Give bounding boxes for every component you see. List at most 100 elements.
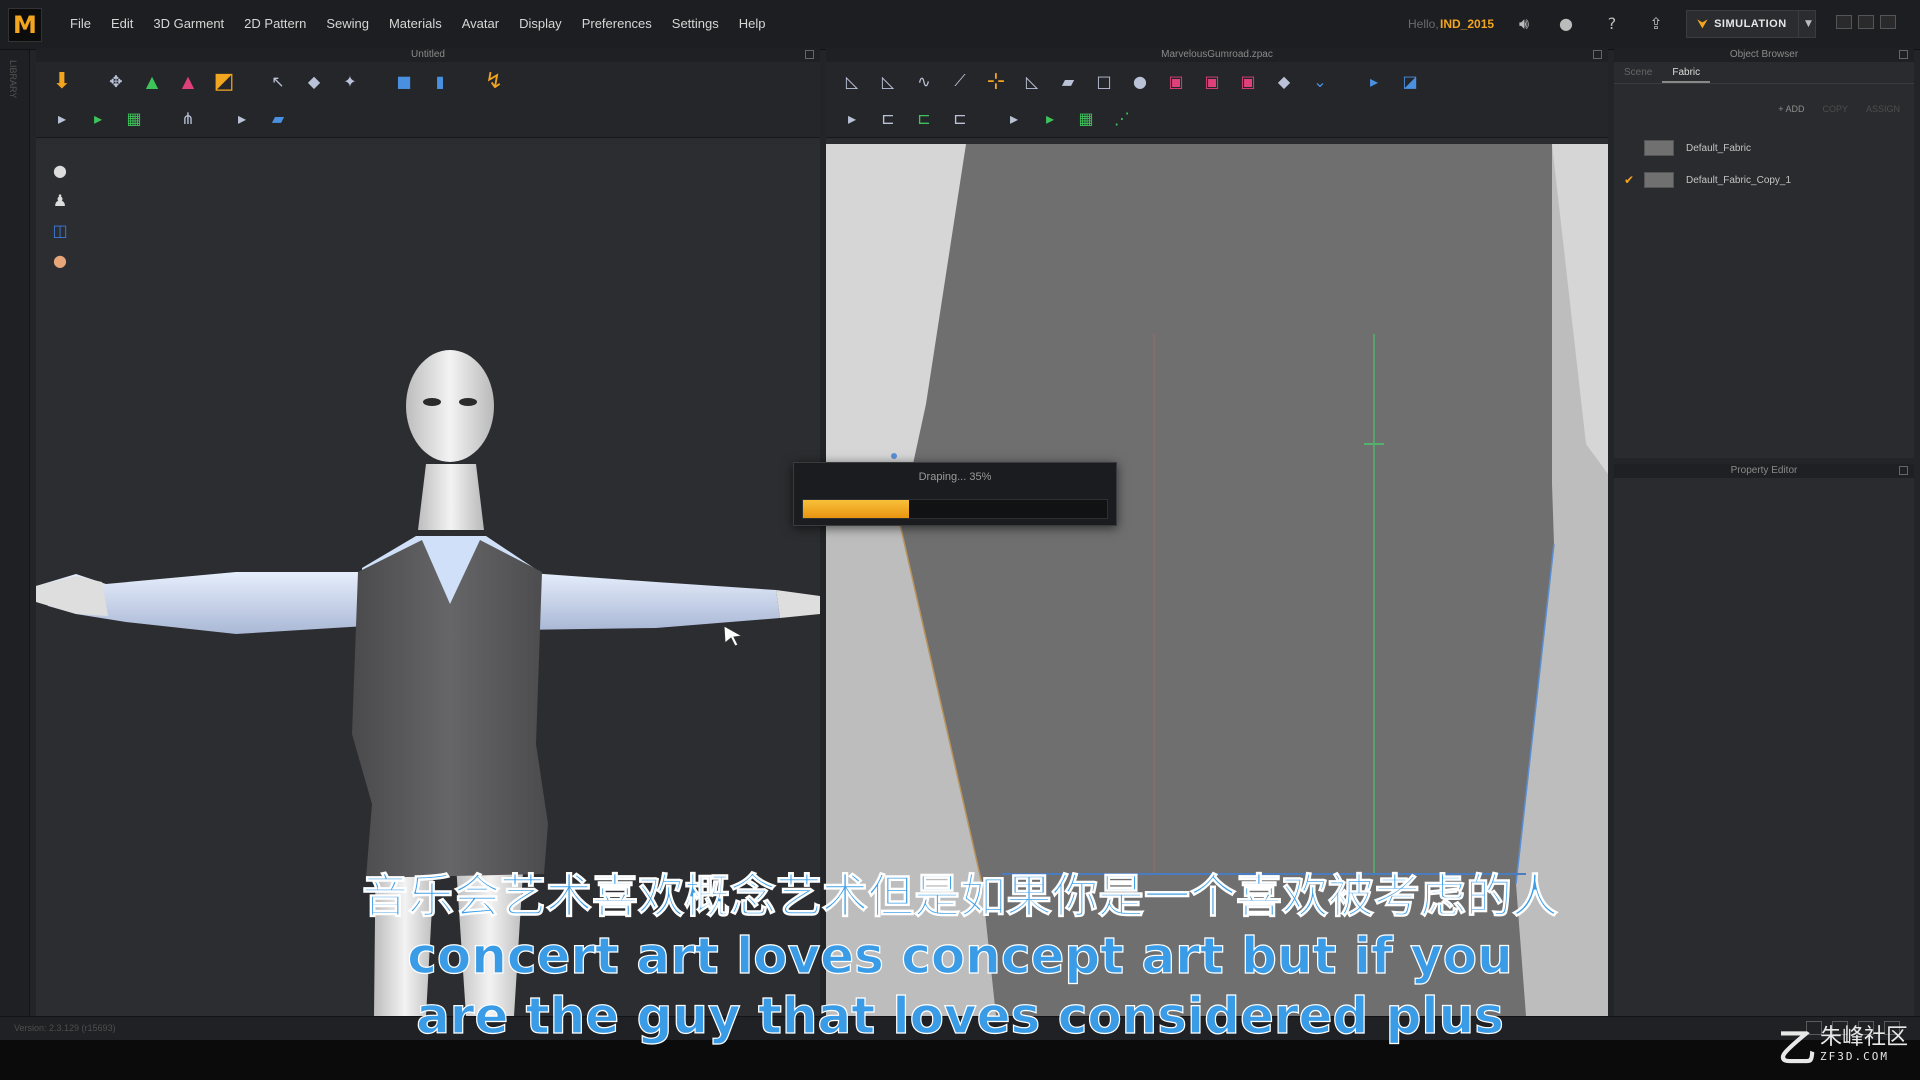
add-fabric-button[interactable]: + ADD bbox=[1772, 100, 1810, 124]
fold-arrangement-icon[interactable]: ▲ bbox=[136, 67, 168, 95]
menu-help[interactable]: Help bbox=[729, 16, 776, 31]
user-icon[interactable]: ● bbox=[1556, 14, 1576, 34]
avatar-wireframe-icon[interactable]: ◫ bbox=[48, 218, 72, 242]
simulate-icon[interactable]: ⬇ bbox=[46, 67, 78, 95]
select-mesh-icon[interactable]: ↖ bbox=[262, 67, 294, 95]
transform-pattern-icon[interactable]: ◺ bbox=[836, 67, 868, 95]
subtitle-chinese: 音乐会艺术喜欢概念艺术但是如果你是一个喜欢被考虑的人 bbox=[362, 869, 1559, 924]
brush-icon[interactable]: ◆ bbox=[298, 67, 330, 95]
tab-scene[interactable]: Scene bbox=[1614, 62, 1662, 83]
maximize-icon[interactable] bbox=[1858, 15, 1874, 29]
internal-rectangle-icon[interactable]: ▣ bbox=[1160, 67, 1192, 95]
list-item[interactable]: Default_Fabric bbox=[1614, 132, 1914, 164]
2d-window-header: MarvelousGumroad.zpac bbox=[826, 48, 1608, 62]
avatar-head bbox=[406, 350, 494, 462]
menu-file[interactable]: File bbox=[60, 16, 101, 31]
rectangle-icon[interactable]: ▰ bbox=[1052, 67, 1084, 95]
simulation-button[interactable]: ⮟ SIMULATION bbox=[1686, 10, 1816, 38]
pin-icon[interactable]: ✦ bbox=[334, 67, 366, 95]
segment-sewing-icon[interactable]: ▸ bbox=[82, 105, 114, 133]
video-letterbox bbox=[0, 1040, 1920, 1080]
progress-track bbox=[802, 499, 1108, 519]
fabric-actions: + ADD COPY ASSIGN bbox=[1614, 100, 1914, 124]
seam-allowance-icon[interactable]: ◪ bbox=[1394, 67, 1426, 95]
avatar-right-eye bbox=[459, 398, 477, 406]
menu-avatar[interactable]: Avatar bbox=[452, 16, 509, 31]
checkmark-icon: ✔ bbox=[1623, 173, 1635, 187]
undock-icon[interactable] bbox=[1899, 50, 1908, 59]
edit-curvature-icon[interactable]: ∿ bbox=[908, 67, 940, 95]
menu-edit[interactable]: Edit bbox=[101, 16, 143, 31]
video-subtitles: 音乐会艺术喜欢概念艺术但是如果你是一个喜欢被考虑的人 concert art l… bbox=[0, 866, 1920, 1046]
help-icon[interactable]: ? bbox=[1602, 14, 1622, 34]
avatar-skin-icon[interactable]: ● bbox=[48, 248, 72, 272]
sewing-edit-2d-icon[interactable]: ▸ bbox=[998, 105, 1030, 133]
progress-fill bbox=[803, 500, 910, 518]
app-logo: M bbox=[8, 8, 42, 42]
set-seam-icon[interactable]: ◺ bbox=[1016, 67, 1048, 95]
free-sewing-2d-icon[interactable]: ▦ bbox=[1070, 105, 1102, 133]
speaker-icon[interactable]: 🔊︎ bbox=[1514, 14, 1534, 34]
close-icon[interactable] bbox=[1880, 15, 1896, 29]
menu-3d-garment[interactable]: 3D Garment bbox=[143, 16, 234, 31]
texture-transform-icon[interactable]: ▰ bbox=[262, 105, 294, 133]
internal-circle-icon[interactable]: ▣ bbox=[1232, 67, 1264, 95]
3d-window-title: Untitled bbox=[411, 49, 445, 60]
fabric-swatch bbox=[1644, 140, 1674, 156]
menu-preferences[interactable]: Preferences bbox=[572, 16, 662, 31]
add-point-icon[interactable]: ⊹ bbox=[980, 67, 1012, 95]
avatar-motion-icon[interactable]: ↯ bbox=[478, 67, 510, 95]
dart-icon[interactable]: ◆ bbox=[1268, 67, 1300, 95]
grading-icon[interactable]: ▸ bbox=[1358, 67, 1390, 95]
property-editor-title: Property Editor bbox=[1730, 465, 1798, 476]
watermark-en: ZF3D.COM bbox=[1819, 1050, 1889, 1063]
arrangement-point-icon[interactable]: ▮ bbox=[424, 67, 456, 95]
undock-icon[interactable] bbox=[1899, 466, 1908, 475]
simulation-label: SIMULATION bbox=[1714, 18, 1787, 30]
marvelous-designer-app: M File Edit 3D Garment 2D Pattern Sewing… bbox=[0, 0, 1920, 1080]
watermark-logo-icon: 乙 bbox=[1777, 1026, 1816, 1070]
edit-texture-2d-icon[interactable]: ▸ bbox=[836, 105, 868, 133]
undock-icon[interactable] bbox=[1593, 50, 1602, 59]
fold-edit-icon[interactable]: ⊏ bbox=[944, 105, 976, 133]
edit-pattern-icon[interactable]: ◺ bbox=[872, 67, 904, 95]
chevron-down-icon: ⮟ bbox=[1697, 16, 1709, 32]
share-icon[interactable]: ⇪ bbox=[1646, 14, 1666, 34]
username[interactable]: IND_2015 bbox=[1440, 17, 1494, 31]
check-sewing-icon[interactable]: ⋰ bbox=[1106, 105, 1138, 133]
symmetry-icon[interactable]: ⋔ bbox=[172, 105, 204, 133]
avatar-solid-icon[interactable]: ● bbox=[48, 158, 72, 182]
free-sewing-icon[interactable]: ▦ bbox=[118, 105, 150, 133]
segment-sewing-2d-icon[interactable]: ▸ bbox=[1034, 105, 1066, 133]
fold-line-icon[interactable]: ⊏ bbox=[872, 105, 904, 133]
avatar-display-tools: ● ♟ ◫ ● bbox=[48, 158, 72, 272]
circle-icon[interactable]: ● bbox=[1124, 67, 1156, 95]
mouse-cursor-icon bbox=[723, 625, 744, 647]
menu-settings[interactable]: Settings bbox=[662, 16, 729, 31]
2d-toolbar-top: ◺ ◺ ∿ ⟋ ⊹ ◺ ▰ □ ● ▣ ▣ ▣ ◆ ⌄ ▸ ◪ bbox=[826, 62, 1608, 100]
menu-materials[interactable]: Materials bbox=[379, 16, 452, 31]
tack-icon[interactable]: ▲ bbox=[172, 67, 204, 95]
garment-fit-icon[interactable]: ◩ bbox=[208, 67, 240, 95]
minimize-icon[interactable] bbox=[1836, 15, 1852, 29]
edit-sewing-icon[interactable]: ▸ bbox=[46, 105, 78, 133]
copy-fabric-button[interactable]: COPY bbox=[1816, 100, 1854, 124]
trace-icon[interactable]: ⌄ bbox=[1304, 67, 1336, 95]
tab-fabric[interactable]: Fabric bbox=[1662, 62, 1711, 83]
list-item[interactable]: ✔ Default_Fabric_Copy_1 bbox=[1614, 164, 1914, 196]
undock-icon[interactable] bbox=[805, 50, 814, 59]
internal-square-icon[interactable]: ▣ bbox=[1196, 67, 1228, 95]
texture-edit-icon[interactable]: ▸ bbox=[226, 105, 258, 133]
simulation-dropdown-icon[interactable]: ▼ bbox=[1798, 10, 1818, 38]
arrangement-icon[interactable]: ■ bbox=[388, 67, 420, 95]
object-browser-tabs: Scene Fabric bbox=[1614, 62, 1914, 84]
menu-display[interactable]: Display bbox=[509, 16, 572, 31]
assign-fabric-button[interactable]: ASSIGN bbox=[1860, 100, 1906, 124]
square-icon[interactable]: □ bbox=[1088, 67, 1120, 95]
fold-sewing-icon[interactable]: ⊏ bbox=[908, 105, 940, 133]
menu-2d-pattern[interactable]: 2D Pattern bbox=[234, 16, 316, 31]
avatar-silhouette-icon[interactable]: ♟ bbox=[48, 188, 72, 212]
select-move-icon[interactable]: ✥ bbox=[100, 67, 132, 95]
menu-sewing[interactable]: Sewing bbox=[316, 16, 379, 31]
edit-curve-point-icon[interactable]: ⟋ bbox=[944, 67, 976, 95]
